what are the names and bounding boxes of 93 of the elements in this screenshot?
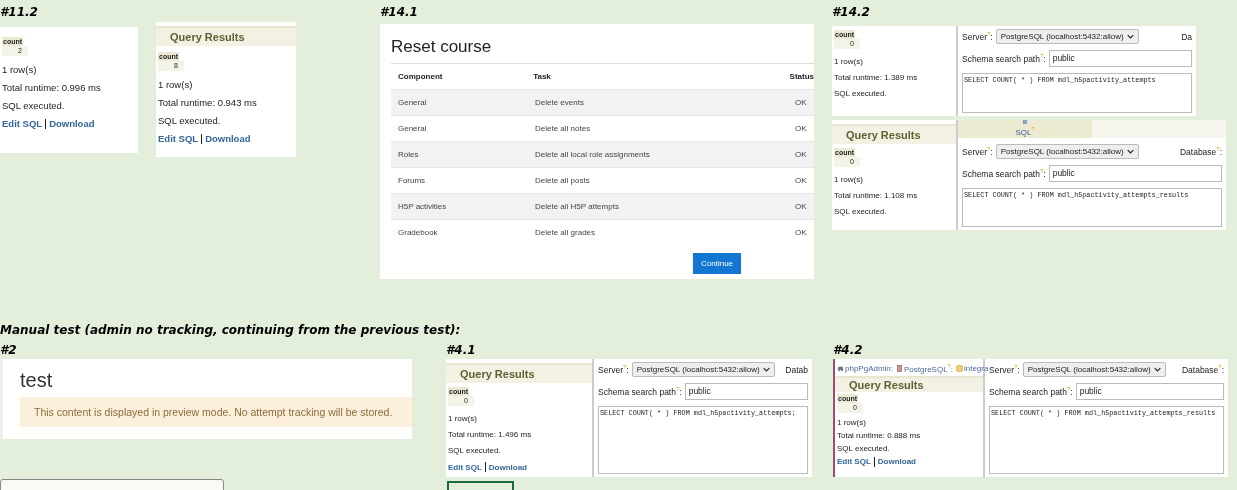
section-heading: Manual test (admin no tracking, continuing from the previous test): (0, 323, 462, 339)
row-count-text: 1 row(s) (834, 175, 864, 184)
table-cell-text: OK (794, 176, 808, 185)
section-label: #14.1 (380, 4, 418, 20)
section-label: #14.2 (832, 4, 870, 20)
table-cell-text: OK (794, 228, 808, 237)
status-text: SQL executed. (837, 443, 891, 453)
action-link[interactable]: Download (877, 457, 916, 467)
runtime-text: Total runtime: 1.389 ms (834, 73, 919, 82)
action-link[interactable]: Edit SQL (158, 133, 199, 144)
chevron-icon (1126, 149, 1134, 154)
server-select[interactable]: PostgreSQL (localhost:5432:allow) (995, 144, 1139, 159)
schema-label: Schema search path$^{?}$: (989, 386, 1073, 397)
database-label: Datab (785, 364, 808, 375)
table-cell-text: Delete events (534, 98, 585, 107)
chevron-icon (1126, 34, 1134, 39)
results-heading: Query Results (446, 363, 592, 383)
schema-input-field[interactable]: public (1048, 165, 1222, 182)
schema-label: Schema search path$^{?}$: (598, 386, 682, 397)
section-label: #2 (0, 342, 17, 358)
table-cell-text: OK (794, 202, 808, 211)
table-cell-text: Delete all local role assignments (534, 150, 651, 159)
breadcrumb-link[interactable]: integra (955, 363, 989, 374)
action-link[interactable]: Download (205, 133, 251, 144)
action-link[interactable]: Download (49, 118, 95, 129)
runtime-text: Total runtime: 0.943 ms (158, 97, 258, 108)
schema-label: Schema search path$^{?}$: (962, 53, 1046, 64)
server-select[interactable]: PostgreSQL (localhost:5432:allow) (995, 29, 1139, 44)
table-cell-text: Roles (397, 150, 420, 159)
runtime-text: Total runtime: 1.108 ms (834, 191, 919, 200)
row-count-text: 1 row(s) (837, 417, 867, 427)
runtime-text: Total runtime: 0.888 ms (837, 430, 922, 440)
server-label: Server$^{?}$: (962, 146, 993, 157)
status-text: SQL executed. (158, 115, 222, 126)
status-text: SQL executed. (448, 446, 502, 455)
section-label: #11.2 (0, 4, 38, 20)
continue-button[interactable]: Continue (693, 253, 742, 274)
database-icon (955, 364, 963, 372)
page-title: Reset course (391, 37, 814, 64)
table-cell-text: H5P activities (397, 202, 448, 211)
chevron-icon (1153, 367, 1161, 372)
action-link[interactable]: Edit SQL (448, 462, 482, 472)
table-cell-text: OK (794, 150, 808, 159)
table-cell-text: General (397, 124, 428, 133)
server-select[interactable]: PostgreSQL (localhost:5432:allow) (1022, 362, 1166, 377)
column-header: Status (788, 72, 814, 81)
action-link[interactable]: Download (488, 462, 527, 472)
server-label: Server$^{?}$: (962, 31, 993, 42)
action-link[interactable]: Edit SQL (837, 457, 871, 467)
breadcrumb-link[interactable]: PostgreSQL$^{?}$: (896, 363, 953, 374)
database-label: Da (1181, 31, 1192, 42)
status-text: SQL executed. (834, 89, 888, 98)
schema-label: Schema search path$^{?}$: (962, 168, 1046, 179)
schema-input-field[interactable]: public (1048, 50, 1192, 67)
database-label: Database$^{?}$: (1181, 364, 1224, 375)
table-cell-text: Gradebook (397, 228, 439, 237)
table-cell-text: General (397, 98, 428, 107)
row-count-text: 1 row(s) (448, 414, 478, 423)
sql-icon (1022, 120, 1028, 125)
action-link[interactable]: Edit SQL (2, 118, 43, 129)
row-count-text: 1 row(s) (2, 64, 38, 75)
results-heading: Query Results (835, 375, 983, 392)
table-cell-text: Delete all posts (534, 176, 591, 185)
table-cell-text: OK (794, 98, 808, 107)
server-select[interactable]: PostgreSQL (localhost:5432:allow) (631, 362, 775, 377)
row-count-text: 1 row(s) (158, 79, 194, 90)
schema-input-field[interactable]: public (684, 383, 808, 400)
notice-message: This content is displayed in preview mode. No attempt tracking will be stored. (20, 397, 412, 427)
section-label: #4.1 (446, 342, 476, 358)
column-header: Task (532, 72, 552, 81)
server-label: Server$^{?}$: (989, 364, 1020, 375)
runtime-text: Total runtime: 1.496 ms (448, 430, 533, 439)
table-cell-text: Forums (397, 176, 427, 185)
table-cell-text: Delete all notes (534, 124, 592, 133)
status-text: SQL executed. (834, 207, 888, 216)
row-count-text: 1 row(s) (834, 57, 864, 66)
page-title: test (20, 369, 54, 392)
table-cell-text: Delete all H5P attempts (534, 202, 620, 211)
table-cell-text: Delete all grades (534, 228, 597, 237)
column-header: Component (397, 72, 444, 81)
server-icon (896, 364, 904, 372)
sql-tab[interactable]: SQL$^{?}$ (958, 120, 1092, 138)
table-cell-text: OK (794, 124, 808, 133)
results-heading: Query Results (156, 26, 296, 46)
section-label: #4.2 (833, 342, 863, 358)
status-text: SQL executed. (2, 100, 66, 111)
breadcrumb-link[interactable]: phpPgAdmin: (837, 363, 894, 374)
results-heading: Query Results (832, 124, 956, 144)
schema-input-field[interactable]: public (1075, 383, 1224, 400)
database-label: Database$^{?}$: (1179, 146, 1222, 157)
server-label: Server$^{?}$: (598, 364, 629, 375)
runtime-text: Total runtime: 0.996 ms (2, 82, 102, 93)
chevron-icon (762, 367, 770, 372)
